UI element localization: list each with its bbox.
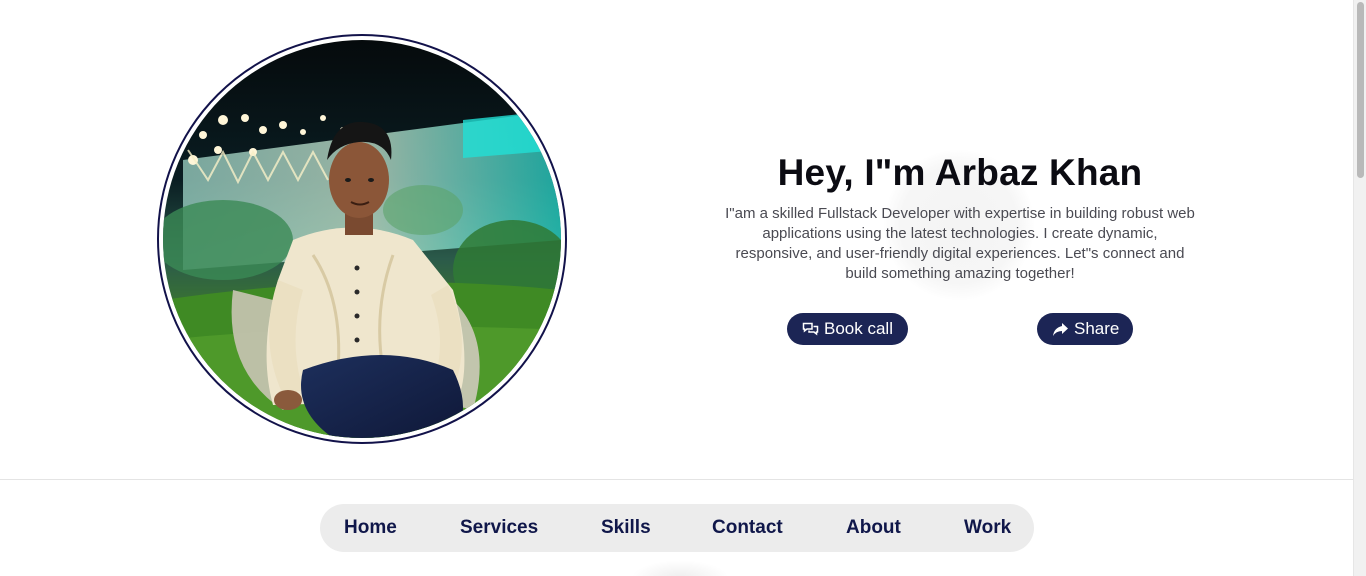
intro-section: Hey, I"m Arbaz Khan I"am a skilled Fulls… [715, 150, 1205, 284]
share-button[interactable]: Share [1037, 313, 1133, 345]
book-call-label: Book call [824, 319, 893, 338]
section-divider [0, 479, 1353, 480]
share-arrow-icon [1052, 321, 1069, 338]
nav-item-services[interactable]: Services [460, 504, 538, 552]
hero-title: Hey, I"m Arbaz Khan [777, 152, 1143, 193]
share-label: Share [1074, 319, 1120, 338]
chat-bubbles-icon [802, 321, 819, 338]
background-glow-bottom [630, 560, 730, 576]
portfolio-page: Hey, I"m Arbaz Khan I"am a skilled Fulls… [0, 0, 1366, 576]
hero-description: I"am a skilled Fullstack Developer with … [725, 205, 1195, 282]
profile-photo [163, 40, 561, 438]
nav-item-home[interactable]: Home [344, 504, 397, 552]
avatar [163, 40, 561, 438]
nav-item-contact[interactable]: Contact [712, 504, 783, 552]
bottom-nav: Home Services Skills Contact About Work [320, 504, 1034, 552]
nav-item-about[interactable]: About [846, 504, 901, 552]
nav-item-work[interactable]: Work [964, 504, 1011, 552]
nav-item-skills[interactable]: Skills [601, 504, 651, 552]
avatar-ring [157, 34, 567, 444]
scrollbar[interactable] [1353, 0, 1366, 576]
scrollbar-thumb[interactable] [1357, 2, 1364, 178]
book-call-button[interactable]: Book call [787, 313, 908, 345]
